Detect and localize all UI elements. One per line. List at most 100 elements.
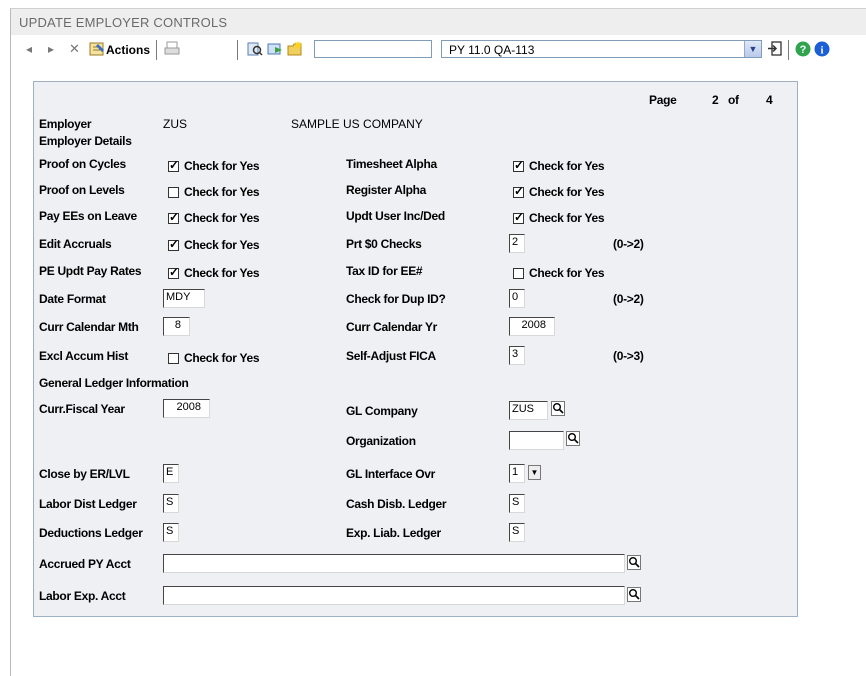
- excl-accum-checkbox[interactable]: Check for Yes: [168, 351, 260, 365]
- date-format-label: Date Format: [39, 292, 106, 306]
- pay-ees-leave-label: Pay EEs on Leave: [39, 209, 137, 223]
- export-icon[interactable]: [267, 41, 283, 57]
- curr-cal-yr-field[interactable]: 2008: [509, 317, 555, 336]
- organization-field[interactable]: [509, 431, 564, 450]
- checkbox-checked-icon: [513, 210, 524, 224]
- self-adjust-fica-field[interactable]: 3: [509, 346, 525, 365]
- updt-user-incded-label: Updt User Inc/Ded: [346, 209, 445, 223]
- gl-company-field[interactable]: ZUS: [509, 401, 548, 420]
- pe-updt-rates-checkbox[interactable]: Check for Yes: [168, 265, 260, 280]
- checkbox-checked-icon: [168, 265, 179, 279]
- back-icon[interactable]: ◂: [26, 42, 32, 56]
- chevron-down-icon[interactable]: ▼: [744, 41, 761, 57]
- employer-details-heading: Employer Details: [39, 134, 132, 148]
- labor-exp-acct-search-icon[interactable]: [627, 587, 641, 602]
- accrued-py-acct-field[interactable]: [163, 554, 625, 573]
- transfer-icon[interactable]: [767, 41, 783, 57]
- window-title: UPDATE EMPLOYER CONTROLS: [19, 15, 228, 30]
- employer-name: SAMPLE US COMPANY: [291, 117, 423, 131]
- gl-interface-ovr-label: GL Interface Ovr: [346, 467, 436, 481]
- labor-dist-ledger-field[interactable]: S: [163, 494, 179, 513]
- close-by-label: Close by ER/LVL: [39, 467, 130, 481]
- check-for-yes-label: Check for Yes: [184, 266, 260, 280]
- toolbar-separator: [788, 40, 789, 60]
- employer-label: Employer: [39, 117, 92, 131]
- proof-cycles-checkbox[interactable]: Check for Yes: [168, 158, 260, 173]
- search-input[interactable]: [314, 40, 432, 58]
- checkbox-unchecked-icon: [513, 268, 524, 279]
- labor-dist-ledger-label: Labor Dist Ledger: [39, 497, 137, 511]
- toolbar-separator: [156, 40, 157, 60]
- check-for-yes-label: Check for Yes: [529, 266, 605, 280]
- check-for-yes-label: Check for Yes: [184, 211, 260, 225]
- employer-code: ZUS: [163, 117, 187, 131]
- info-icon[interactable]: i: [814, 41, 830, 57]
- organization-label: Organization: [346, 434, 416, 448]
- deductions-ledger-field[interactable]: S: [163, 523, 179, 542]
- edit-accruals-label: Edit Accruals: [39, 237, 112, 251]
- curr-fiscal-year-label: Curr.Fiscal Year: [39, 402, 125, 416]
- check-dup-id-hint: (0->2): [613, 292, 644, 306]
- updt-user-incded-checkbox[interactable]: Check for Yes: [513, 210, 605, 225]
- gl-company-search-icon[interactable]: [551, 401, 565, 416]
- organization-search-icon[interactable]: [566, 431, 580, 446]
- date-format-field[interactable]: MDY: [163, 289, 205, 308]
- curr-cal-mth-label: Curr Calendar Mth: [39, 320, 139, 334]
- check-for-yes-label: Check for Yes: [529, 185, 605, 199]
- checkbox-checked-icon: [168, 210, 179, 224]
- exp-liab-ledger-label: Exp. Liab. Ledger: [346, 526, 441, 540]
- check-for-yes-label: Check for Yes: [184, 159, 260, 173]
- forward-icon[interactable]: ▸: [48, 42, 54, 56]
- product-line-select[interactable]: PY 11.0 QA-113 ▼: [441, 40, 762, 58]
- cash-disb-ledger-field[interactable]: S: [509, 494, 525, 513]
- page-of-label: of: [728, 93, 739, 107]
- timesheet-alpha-label: Timesheet Alpha: [346, 157, 437, 171]
- help-icon[interactable]: ?: [795, 41, 811, 57]
- checkbox-unchecked-icon: [168, 353, 179, 364]
- close-icon[interactable]: ✕: [69, 41, 80, 57]
- proof-levels-label: Proof on Levels: [39, 183, 125, 197]
- register-alpha-label: Register Alpha: [346, 183, 427, 197]
- pe-updt-rates-label: PE Updt Pay Rates: [39, 264, 142, 278]
- actions-icon: [89, 41, 105, 57]
- tax-id-ee-checkbox[interactable]: Check for Yes: [513, 266, 605, 280]
- toolbar-separator: [237, 40, 238, 60]
- checkbox-checked-icon: [513, 158, 524, 172]
- actions-button[interactable]: Actions: [106, 40, 150, 60]
- checkbox-checked-icon: [168, 158, 179, 172]
- pay-ees-leave-checkbox[interactable]: Check for Yes: [168, 210, 260, 225]
- checkbox-unchecked-icon: [168, 187, 179, 198]
- proof-levels-checkbox[interactable]: Check for Yes: [168, 185, 260, 199]
- check-dup-id-field[interactable]: 0: [509, 289, 525, 308]
- check-for-yes-label: Check for Yes: [184, 351, 260, 365]
- print-icon[interactable]: [164, 41, 180, 57]
- labor-exp-acct-label: Labor Exp. Acct: [39, 589, 126, 603]
- product-line-value: PY 11.0 QA-113: [449, 43, 535, 57]
- labor-exp-acct-field[interactable]: [163, 586, 625, 605]
- prt-zero-checks-hint: (0->2): [613, 237, 644, 251]
- check-for-yes-label: Check for Yes: [184, 185, 260, 199]
- curr-fiscal-year-field[interactable]: 2008: [163, 399, 210, 418]
- edit-accruals-checkbox[interactable]: Check for Yes: [168, 237, 260, 252]
- new-folder-icon[interactable]: [287, 41, 303, 57]
- timesheet-alpha-checkbox[interactable]: Check for Yes: [513, 158, 605, 173]
- svg-text:?: ?: [800, 44, 807, 56]
- gl-company-label: GL Company: [346, 404, 418, 418]
- accrued-py-acct-search-icon[interactable]: [627, 555, 641, 570]
- gl-interface-ovr-dropdown-icon[interactable]: ▼: [528, 465, 541, 480]
- find-icon[interactable]: [247, 41, 263, 57]
- register-alpha-checkbox[interactable]: Check for Yes: [513, 184, 605, 199]
- checkbox-checked-icon: [513, 184, 524, 198]
- self-adjust-fica-label: Self-Adjust FICA: [346, 349, 436, 363]
- gl-interface-ovr-field[interactable]: 1: [509, 464, 525, 483]
- exp-liab-ledger-field[interactable]: S: [509, 523, 525, 542]
- page-current: 2: [712, 93, 719, 107]
- tax-id-ee-label: Tax ID for EE#: [346, 264, 423, 278]
- excl-accum-label: Excl Accum Hist: [39, 349, 129, 363]
- close-by-field[interactable]: E: [163, 464, 179, 483]
- prt-zero-checks-field[interactable]: 2: [509, 234, 525, 253]
- curr-cal-mth-field[interactable]: 8: [163, 317, 190, 336]
- page-total: 4: [766, 93, 773, 107]
- page-label: Page: [649, 93, 677, 107]
- gl-heading: General Ledger Information: [39, 376, 189, 390]
